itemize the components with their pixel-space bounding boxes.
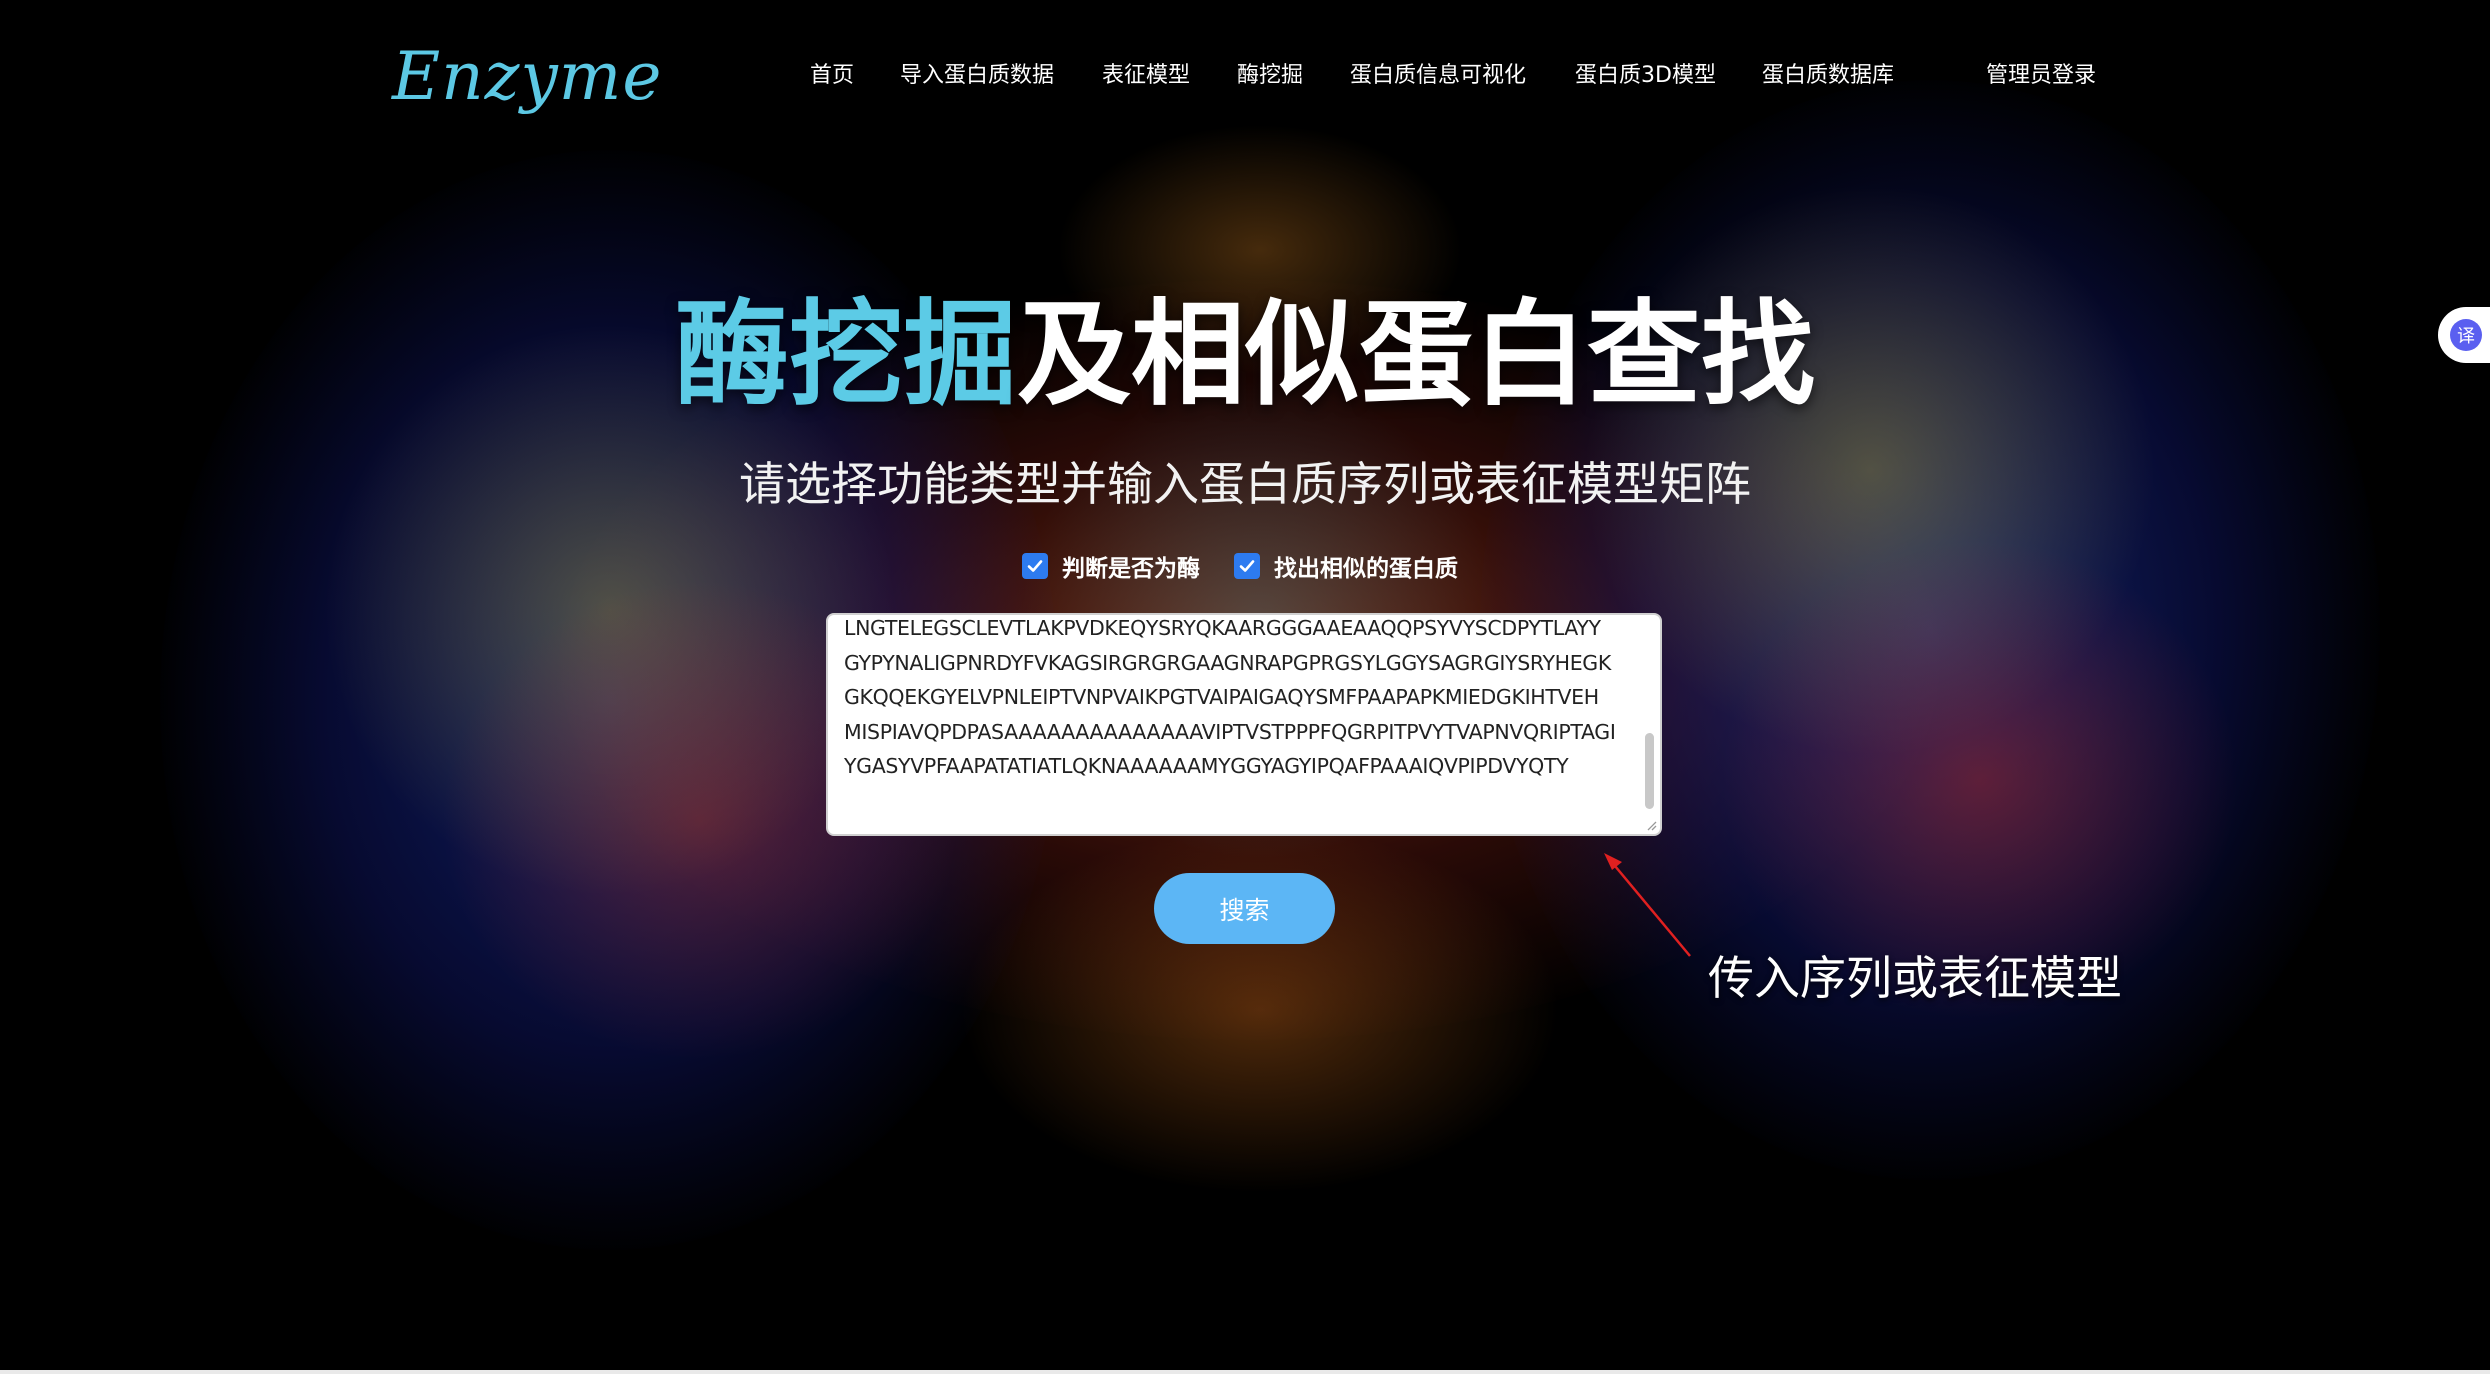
nav-item-protein-visualization[interactable]: 蛋白质信息可视化 (1350, 58, 1526, 94)
checkbox-checked-icon (1022, 553, 1048, 579)
page-subtitle: 请选择功能类型并输入蛋白质序列或表征模型矩阵 (739, 457, 1751, 511)
title-rest: 及相似蛋白查找 (1017, 288, 1816, 421)
nav-item-protein-database[interactable]: 蛋白质数据库 (1762, 58, 1894, 94)
admin-login-link[interactable]: 管理员登录 (1986, 58, 2096, 94)
annotation-label: 传入序列或表征模型 (1708, 951, 2122, 1005)
translate-icon: 译 (2450, 319, 2482, 351)
search-button[interactable]: 搜索 (1154, 873, 1335, 944)
find-similar-checkbox[interactable]: 找出相似的蛋白质 (1234, 548, 1458, 584)
title-accent: 酶挖掘 (674, 288, 1017, 421)
nav-item-protein-3d-model[interactable]: 蛋白质3D模型 (1575, 58, 1716, 94)
nav-item-enzyme-mining[interactable]: 酶挖掘 (1237, 58, 1303, 94)
checkbox-checked-icon (1234, 553, 1260, 579)
page-bottom-border (0, 1370, 2490, 1374)
is-enzyme-label: 判断是否为酶 (1062, 556, 1200, 582)
sequence-text[interactable]: LNGTELEGSCLEVTLAKPVDKEQYSRYQKAARGGGAAEAA… (844, 615, 1616, 784)
resize-handle-icon[interactable] (1645, 819, 1657, 831)
textarea-scrollbar[interactable] (1645, 733, 1654, 809)
find-similar-label: 找出相似的蛋白质 (1274, 556, 1458, 582)
is-enzyme-checkbox[interactable]: 判断是否为酶 (1022, 548, 1200, 584)
translate-button[interactable]: 译 (2438, 307, 2490, 363)
top-navigation: 首页 导入蛋白质数据 表征模型 酶挖掘 蛋白质信息可视化 蛋白质3D模型 蛋白质… (0, 58, 2490, 94)
nav-item-representation-model[interactable]: 表征模型 (1102, 58, 1190, 94)
nav-item-home[interactable]: 首页 (810, 58, 854, 94)
sequence-textarea[interactable]: LNGTELEGSCLEVTLAKPVDKEQYSRYQKAARGGGAAEAA… (826, 613, 1662, 836)
page-title: 酶挖掘及相似蛋白查找 (0, 290, 2490, 420)
nav-item-import-protein-data[interactable]: 导入蛋白质数据 (900, 58, 1054, 94)
